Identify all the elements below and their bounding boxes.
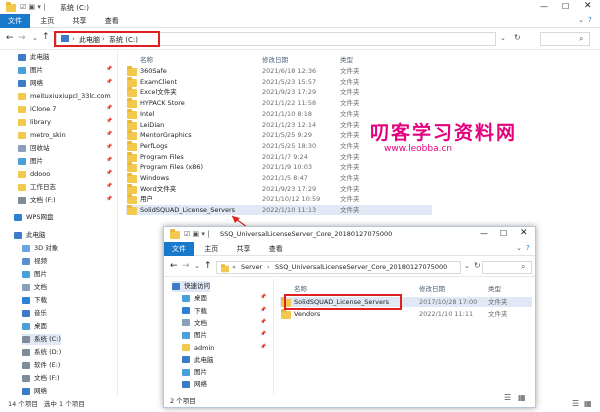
sidebar-item-label: 下载: [194, 306, 207, 315]
search-icon: ⌕: [521, 262, 526, 271]
window2-column-header-type[interactable]: 类型: [488, 283, 501, 293]
window2-sidebar-item[interactable]: 图片: [182, 330, 207, 341]
window2-item-count: 2 个项目: [170, 397, 196, 405]
documents-icon: [182, 319, 190, 327]
file-type: 文件夹: [488, 310, 508, 318]
file-type: 文件夹: [488, 298, 508, 306]
pin-icon[interactable]: 📌: [260, 319, 266, 325]
window2-forward-icon[interactable]: →: [182, 261, 190, 271]
sidebar-item-label: 此电脑: [194, 355, 214, 364]
window2-maximize-button[interactable]: ☐: [500, 229, 507, 238]
window2-sidebar-item[interactable]: 文档: [182, 318, 207, 329]
sidebar-item-label: admin: [194, 343, 215, 352]
window2-close-button[interactable]: ✕: [520, 228, 528, 238]
computer-icon: [182, 356, 190, 364]
pin-icon[interactable]: 📌: [260, 344, 266, 350]
star-icon: [172, 282, 180, 290]
window2-title-bar: ☑ ▣ ▾ | SSQ_UniversalLicenseServer_Core_…: [164, 227, 535, 241]
window2-breadcrumb-folder[interactable]: SSQ_UniversalLicenseServer_Core_20180127…: [275, 263, 447, 271]
window2-ribbon-expand-icon[interactable]: ⌄: [516, 244, 522, 252]
sidebar-item-label: 桌面: [194, 294, 207, 303]
window2-breadcrumb-server[interactable]: Server: [241, 263, 262, 271]
pin-icon[interactable]: 📌: [260, 307, 266, 313]
window2-recent-dropdown-icon[interactable]: ⌄: [194, 262, 200, 270]
window2-column-header-date[interactable]: 修改日期: [419, 283, 445, 293]
window2-tab-share[interactable]: 共享: [228, 242, 258, 256]
window2-address-bar[interactable]: « Server › SSQ_UniversalLicenseServer_Co…: [216, 261, 461, 274]
window2-help-icon[interactable]: ?: [526, 244, 530, 252]
sidebar-item-label: 图片: [194, 368, 207, 377]
window2-file-row[interactable]: Vendors 2022/1/10 11:11 文件夹: [280, 309, 532, 319]
window2-tab-home[interactable]: 主页: [196, 242, 226, 256]
window2-sidebar-item[interactable]: 网络: [182, 379, 207, 390]
file-date: 2022/1/10 11:11: [419, 310, 474, 318]
window2-quick-access[interactable]: ☑ ▣ ▾ |: [184, 230, 209, 238]
window2-sidebar-item[interactable]: 快速访问: [172, 281, 210, 292]
window2-title: SSQ_UniversalLicenseServer_Core_20180127…: [220, 230, 393, 238]
window2-up-icon[interactable]: ↑: [204, 261, 212, 271]
window2-navigation-pane: 快速访问 桌面 📌 下载 📌 文档 📌 图片 📌 admin 📌 此电脑 图片 网络: [164, 279, 274, 395]
file-name: Vendors: [294, 310, 321, 318]
window2-sidebar-item[interactable]: 图片: [182, 367, 207, 378]
window2-column-header-name[interactable]: 名称: [294, 283, 307, 293]
pictures-icon: [182, 368, 190, 376]
window2-ribbon: 文件 主页 共享 查看 ⌄ ?: [164, 242, 535, 256]
pictures-icon: [182, 331, 190, 339]
sidebar-item-label: 图片: [194, 331, 207, 340]
sidebar-item-label: 网络: [194, 380, 207, 389]
window2-refresh-icon[interactable]: ↻: [474, 261, 481, 270]
window2-navigation-bar: ← → ⌄ ↑ « Server › SSQ_UniversalLicenseS…: [164, 257, 535, 277]
window2-sidebar-item[interactable]: 此电脑: [182, 355, 214, 366]
window2-minimize-button[interactable]: —: [480, 229, 488, 238]
sidebar-item-label: 文档: [194, 318, 207, 327]
folder-icon: [170, 229, 180, 239]
file-date: 2017/10/28 17:00: [419, 298, 478, 306]
window2-back-icon[interactable]: ←: [170, 261, 178, 271]
folder-icon: [221, 264, 229, 273]
window2-selection-highlight-box: [284, 294, 402, 310]
window2-tab-view[interactable]: 查看: [261, 242, 291, 256]
pin-icon[interactable]: 📌: [260, 331, 266, 337]
window2-search-input[interactable]: ⌕: [482, 261, 532, 274]
window2-details-view-icon[interactable]: ☰: [504, 393, 511, 402]
window2-sidebar-item[interactable]: admin: [182, 343, 214, 354]
folder-icon: [281, 309, 291, 319]
secondary-explorer-window: ☑ ▣ ▾ | SSQ_UniversalLicenseServer_Core_…: [163, 226, 536, 408]
sidebar-item-label: 快速访问: [184, 282, 210, 290]
window2-tab-file[interactable]: 文件: [164, 242, 194, 256]
window2-address-dropdown-icon[interactable]: ⌄: [464, 262, 470, 270]
desktop-icon: [182, 294, 190, 302]
folder-icon: [182, 344, 190, 351]
downloads-icon: [182, 307, 190, 315]
pin-icon[interactable]: 📌: [260, 294, 266, 300]
window2-sidebar-item[interactable]: 桌面: [182, 293, 207, 304]
window2-sidebar-item[interactable]: 下载: [182, 306, 207, 317]
window2-large-icons-view-icon[interactable]: ▦: [518, 393, 526, 402]
network-icon: [182, 380, 190, 388]
